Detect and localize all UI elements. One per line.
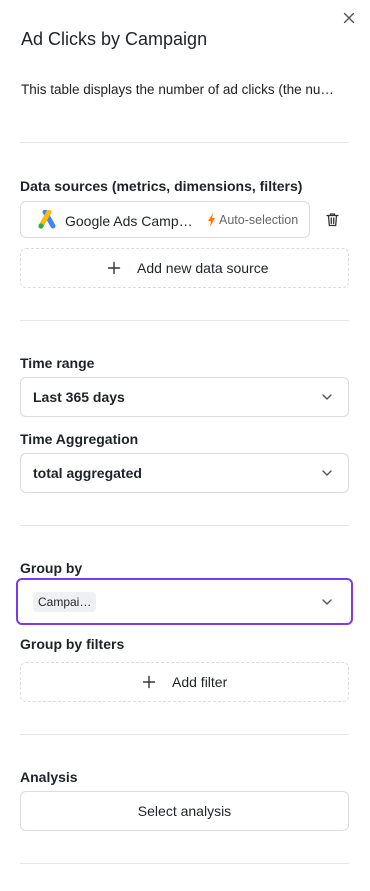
bolt-icon — [208, 213, 215, 227]
close-icon[interactable] — [341, 10, 357, 26]
time-aggregation-select[interactable]: total aggregated — [20, 453, 349, 493]
plus-icon — [107, 261, 121, 275]
time-range-value: Last 365 days — [33, 389, 125, 405]
time-range-select[interactable]: Last 365 days — [20, 377, 349, 417]
group-by-chip[interactable]: Campai… — [33, 592, 97, 612]
add-data-source-button[interactable]: Add new data source — [20, 248, 349, 288]
add-filter-button[interactable]: Add filter — [20, 662, 349, 702]
divider — [20, 863, 349, 864]
divider — [20, 525, 349, 526]
chevron-down-icon — [322, 470, 332, 476]
chevron-down-icon — [322, 599, 332, 605]
panel-title: Ad Clicks by Campaign — [21, 29, 208, 49]
select-analysis-button[interactable]: Select analysis — [20, 791, 349, 831]
trash-icon[interactable] — [325, 212, 340, 227]
group-by-filters-label: Group by filters — [20, 636, 125, 652]
add-filter-label: Add filter — [172, 674, 228, 690]
add-data-source-label: Add new data source — [137, 260, 269, 276]
group-by-select[interactable]: Campai… — [16, 578, 353, 625]
auto-selection-badge: Auto-selection — [219, 213, 299, 227]
divider — [20, 142, 349, 143]
analysis-label: Analysis — [20, 769, 78, 785]
plus-icon — [142, 675, 156, 689]
time-range-label: Time range — [20, 355, 95, 371]
divider — [20, 734, 349, 735]
panel-description: This table displays the number of ad cli… — [21, 82, 334, 97]
group-by-label: Group by — [20, 560, 83, 576]
divider — [20, 320, 349, 321]
chevron-down-icon — [322, 394, 332, 400]
data-source-card[interactable]: Google Ads Camp… Auto-selection — [20, 201, 310, 238]
data-sources-label: Data sources (metrics, dimensions, filte… — [20, 178, 303, 194]
google-ads-icon — [38, 210, 56, 229]
time-aggregation-label: Time Aggregation — [20, 431, 139, 447]
data-source-name: Google Ads Camp… — [65, 213, 193, 229]
time-aggregation-value: total aggregated — [33, 465, 142, 481]
